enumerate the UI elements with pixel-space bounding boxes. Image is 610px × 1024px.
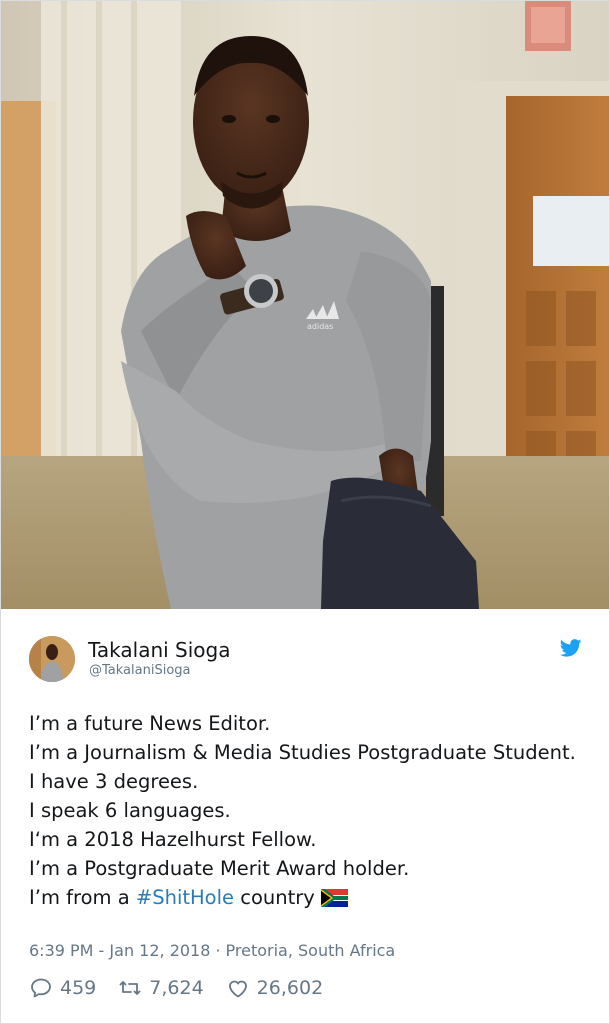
twitter-bird-icon[interactable]	[560, 639, 582, 657]
tweet-line-7-suffix: country	[234, 886, 315, 909]
reply-button[interactable]: 459	[29, 976, 96, 1000]
shirt-logo-text: adidas	[307, 322, 333, 331]
reply-icon	[31, 978, 51, 998]
hashtag-link[interactable]: #ShitHole	[136, 886, 234, 909]
like-count: 26,602	[256, 977, 324, 999]
tweet-line-6: I’m a Postgraduate Merit Award holder.	[29, 857, 410, 880]
tweet-line-4: I speak 6 languages.	[29, 799, 231, 822]
tweet-location[interactable]: Pretoria, South Africa	[226, 941, 396, 960]
tweet-line-2: I’m a Journalism & Media Studies Postgra…	[29, 741, 576, 764]
author-name[interactable]: Takalani Sioga	[88, 638, 231, 662]
meta-separator: ·	[215, 941, 221, 960]
author-avatar[interactable]	[29, 636, 75, 682]
retweet-count: 7,624	[149, 977, 204, 999]
tweet-actions: 459 7,624 26,602	[29, 975, 345, 1001]
tweet-card: Takalani Sioga @TakalaniSioga I’m a futu…	[1, 609, 609, 1023]
avatar-image	[29, 636, 75, 682]
tweet-line-7: I’m from a #ShitHole country	[29, 883, 589, 912]
retweet-icon	[119, 981, 141, 995]
tweet-timestamp[interactable]: 6:39 PM - Jan 12, 2018	[29, 941, 210, 960]
tweet-meta: 6:39 PM - Jan 12, 2018 · Pretoria, South A…	[29, 941, 395, 960]
reply-count: 459	[60, 977, 97, 999]
tweet-text: I’m a future News Editor. I’m a Journali…	[29, 709, 589, 912]
tweet-line-5: I‘m a 2018 Hazelhurst Fellow.	[29, 828, 317, 851]
tweet-line-1: I’m a future News Editor.	[29, 712, 271, 735]
tweet-screenshot: adidas Takalani Sioga @TakalaniSioga I’m…	[0, 0, 610, 1024]
heart-icon	[228, 980, 247, 998]
retweet-button[interactable]: 7,624	[118, 976, 204, 1000]
photo-illustration: adidas	[1, 1, 609, 609]
tweet-line-3: I have 3 degrees.	[29, 770, 199, 793]
tweet-line-7-prefix: I’m from a	[29, 886, 136, 909]
south-africa-flag-icon	[320, 889, 348, 907]
tweet-photo[interactable]: adidas	[1, 1, 609, 609]
like-button[interactable]: 26,602	[226, 976, 323, 1000]
author-handle[interactable]: @TakalaniSioga	[89, 663, 191, 678]
